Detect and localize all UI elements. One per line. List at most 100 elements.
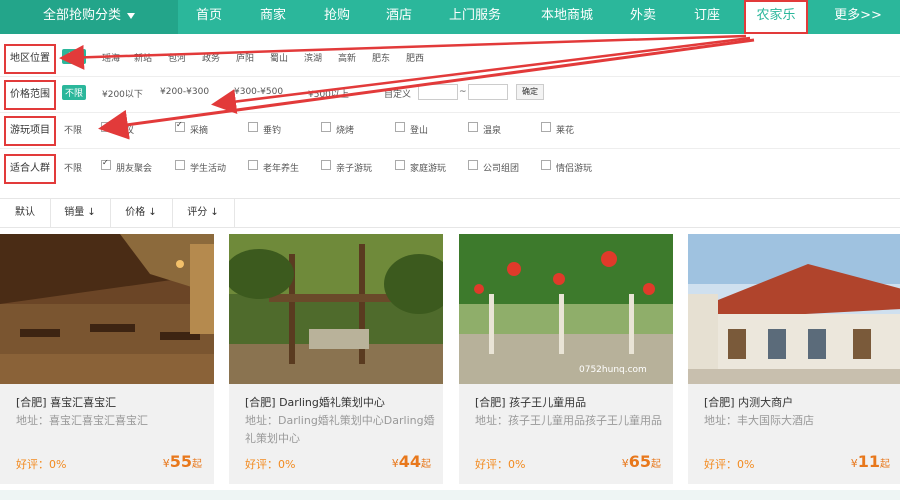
play-checkbox[interactable] [541, 122, 551, 132]
price-currency: ¥ [162, 457, 170, 470]
price-range-tilde: ~ [459, 87, 467, 97]
crowd-checkbox[interactable] [248, 160, 258, 170]
highlight-box [744, 0, 808, 34]
product-card[interactable]: 0752hunq.com [合肥] 孩子王儿童用品 地址：孩子王儿童用品孩子王儿… [459, 234, 673, 484]
play-checkbox[interactable] [101, 122, 111, 132]
product-title[interactable]: [合肥] 喜宝汇喜宝汇 [16, 394, 116, 410]
price-option[interactable]: ¥300-¥500 [234, 87, 283, 97]
product-rating: 好评：0% [245, 458, 296, 471]
category-label: 全部抢购分类 [42, 8, 121, 23]
sort-rating[interactable]: 评分 ↓ [172, 199, 235, 227]
product-card[interactable]: [合肥] 喜宝汇喜宝汇 地址：喜宝汇喜宝汇喜宝汇 好评：0% ¥55起 [0, 234, 214, 484]
price-currency: ¥ [850, 457, 858, 470]
filter-row-price: 价格范围 不限 ¥200以下 ¥200-¥300 ¥300-¥500 ¥500以… [0, 74, 900, 113]
nav-item-more[interactable]: 更多>> [820, 0, 896, 34]
category-dropdown[interactable]: 全部抢购分类 [0, 0, 178, 34]
product-grid: [合肥] 喜宝汇喜宝汇 地址：喜宝汇喜宝汇喜宝汇 好评：0% ¥55起 [合肥]… [0, 234, 900, 484]
region-option[interactable]: 庐阳 [236, 51, 254, 64]
price-option[interactable]: ¥200以下 [102, 87, 143, 100]
price-unit: 起 [192, 459, 202, 470]
product-title[interactable]: [合肥] Darling婚礼策划中心 [245, 394, 385, 410]
nav-item-local-mall[interactable]: 本地商城 [526, 0, 608, 34]
price-value: 11 [857, 452, 880, 471]
play-checkbox[interactable] [175, 120, 185, 132]
play-option: 垂钓 [263, 126, 282, 136]
filter-label-play: 游玩项目 [4, 116, 56, 146]
crowd-option-any[interactable]: 不限 [64, 161, 82, 174]
region-option[interactable]: 高新 [338, 51, 356, 64]
region-option-all[interactable]: 全部 [62, 49, 87, 64]
crowd-checkbox[interactable] [541, 160, 551, 170]
price-min-input[interactable] [418, 84, 458, 100]
product-address: 地址：Darling婚礼策划中心Darling婚礼策划中心 [245, 414, 435, 445]
nav-item-hotel[interactable]: 酒店 [368, 0, 430, 34]
price-option-any[interactable]: 不限 [62, 85, 87, 100]
filter-row-play: 游玩项目 不限 会议 采摘 垂钓 烧烤 登山 温泉 莱花 [0, 110, 900, 149]
play-checkbox[interactable] [468, 122, 478, 132]
filter-row-region: 地区位置 全部 瑶海 新站 包河 政务 庐阳 蜀山 滨湖 高新 肥东 肥西 [0, 38, 900, 77]
nav-item-reservation[interactable]: 订座 [678, 0, 736, 34]
product-image-garden[interactable] [229, 234, 443, 384]
product-card[interactable]: [合肥] Darling婚礼策划中心 地址：Darling婚礼策划中心Darli… [229, 234, 443, 484]
top-nav: 全部抢购分类 首页 商家 抢购 酒店 上门服务 本地商城 外卖 订座 农家乐 更… [0, 0, 900, 34]
sort-bar: 默认 销量 ↓ 价格 ↓ 评分 ↓ [0, 198, 900, 228]
nav-item-home[interactable]: 首页 [178, 0, 240, 34]
play-option: 会议 [116, 126, 135, 136]
crowd-checkbox[interactable] [321, 160, 331, 170]
price-currency: ¥ [391, 457, 399, 470]
play-checkbox[interactable] [395, 122, 405, 132]
crowd-option: 亲子游玩 [336, 164, 373, 174]
product-rating: 好评：0% [16, 458, 67, 471]
price-option[interactable]: ¥500以上 [308, 87, 349, 100]
product-address: 地址：孩子王儿童用品孩子王儿童用品 [475, 414, 662, 427]
product-price: ¥11起 [851, 452, 890, 471]
nav-item-home-service[interactable]: 上门服务 [434, 0, 516, 34]
product-image-restaurant[interactable] [0, 234, 214, 384]
price-value: 55 [169, 452, 192, 471]
play-option: 温泉 [483, 126, 502, 136]
play-checkbox[interactable] [321, 122, 331, 132]
watermark-text: 0752hunq.com [579, 365, 647, 375]
play-checkbox[interactable] [248, 122, 258, 132]
region-option[interactable]: 肥东 [372, 51, 390, 64]
region-option[interactable]: 瑶海 [102, 51, 120, 64]
filter-row-crowd: 适合人群 不限 朋友聚会 学生活动 老年养生 亲子游玩 家庭游玩 公司组团 情侣… [0, 148, 900, 186]
product-image-pergola[interactable]: 0752hunq.com [459, 234, 673, 384]
product-rating: 好评：0% [475, 458, 526, 471]
price-option[interactable]: ¥200-¥300 [160, 87, 209, 97]
product-image-farmhouse[interactable] [688, 234, 900, 384]
product-title[interactable]: [合肥] 内测大商户 [704, 394, 793, 410]
crowd-option: 情侣游玩 [556, 164, 593, 174]
crowd-checkbox[interactable] [175, 160, 185, 170]
sort-sales[interactable]: 销量 ↓ [50, 199, 111, 227]
product-card[interactable]: [合肥] 内测大商户 地址：丰大国际大酒店 好评：0% ¥11起 [688, 234, 900, 484]
nav-item-flash-sale[interactable]: 抢购 [306, 0, 368, 34]
play-option: 烧烤 [336, 126, 355, 136]
crowd-checkbox[interactable] [395, 160, 405, 170]
play-option: 莱花 [556, 126, 575, 136]
price-confirm-button[interactable]: 确定 [516, 84, 544, 100]
region-option[interactable]: 滨湖 [304, 51, 322, 64]
price-currency: ¥ [621, 457, 629, 470]
region-option[interactable]: 政务 [202, 51, 220, 64]
price-value: 44 [398, 452, 421, 471]
region-option[interactable]: 蜀山 [270, 51, 288, 64]
sort-default[interactable]: 默认 [0, 199, 51, 227]
region-option[interactable]: 包河 [168, 51, 186, 64]
nav-item-merchants[interactable]: 商家 [242, 0, 304, 34]
region-option[interactable]: 肥西 [406, 51, 424, 64]
crowd-checkbox[interactable] [101, 158, 111, 170]
sort-price[interactable]: 价格 ↓ [110, 199, 173, 227]
play-option-any[interactable]: 不限 [64, 123, 82, 136]
nav-item-farmstay[interactable]: 农家乐 [744, 0, 808, 34]
price-max-input[interactable] [468, 84, 508, 100]
product-price: ¥44起 [392, 452, 431, 471]
region-option[interactable]: 新站 [134, 51, 152, 64]
crowd-checkbox[interactable] [468, 160, 478, 170]
chevron-down-icon [127, 12, 135, 19]
price-custom-label: 自定义 [384, 90, 412, 100]
nav-item-takeout[interactable]: 外卖 [614, 0, 672, 34]
product-price: ¥55起 [163, 452, 202, 471]
product-title[interactable]: [合肥] 孩子王儿童用品 [475, 394, 586, 410]
product-rating: 好评：0% [704, 458, 755, 471]
